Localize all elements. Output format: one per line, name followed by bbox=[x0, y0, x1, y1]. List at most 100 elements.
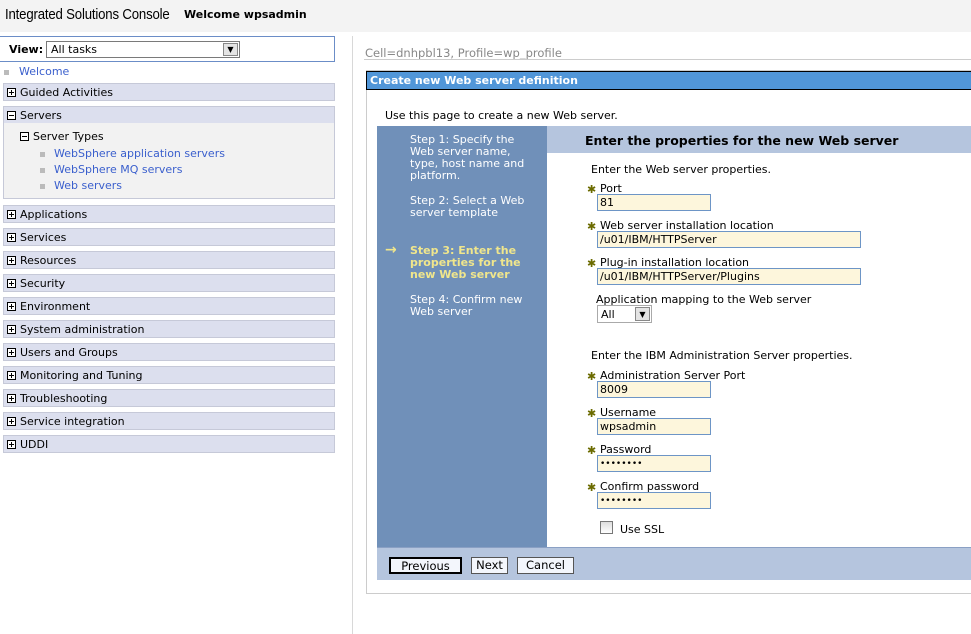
step-1: Step 1: Specify the Web server name, typ… bbox=[410, 133, 525, 182]
view-select[interactable]: All tasks ▼ bbox=[46, 41, 240, 58]
expand-icon[interactable] bbox=[7, 371, 16, 380]
nav-monitoring-and-tuning[interactable]: Monitoring and Tuning bbox=[3, 366, 335, 384]
required-icon: ✱ bbox=[587, 444, 597, 457]
bullet-icon bbox=[40, 184, 45, 189]
app-mapping-select[interactable]: All ▼ bbox=[597, 305, 652, 323]
nav-label: System administration bbox=[20, 323, 145, 336]
bullet-icon bbox=[4, 70, 9, 75]
required-icon: ✱ bbox=[587, 407, 597, 420]
nav-label: Security bbox=[20, 277, 66, 290]
nav-applications[interactable]: Applications bbox=[3, 205, 335, 223]
bullet-icon bbox=[40, 168, 45, 173]
admin-section-heading: Enter the IBM Administration Server prop… bbox=[591, 349, 853, 362]
web-section-heading: Enter the Web server properties. bbox=[591, 163, 771, 176]
next-button[interactable]: Next bbox=[471, 557, 508, 574]
panel-title: Create new Web server definition bbox=[366, 71, 971, 90]
welcome-user: Welcome wpsadmin bbox=[184, 8, 307, 21]
view-value: All tasks bbox=[51, 43, 98, 56]
nav-resources[interactable]: Resources bbox=[3, 251, 335, 269]
expand-icon[interactable] bbox=[7, 210, 16, 219]
required-icon: ✱ bbox=[587, 183, 597, 196]
expand-icon[interactable] bbox=[7, 394, 16, 403]
required-icon: ✱ bbox=[587, 370, 597, 383]
confirm-password-input[interactable]: •••••••• bbox=[597, 492, 711, 509]
nav-label: Server Types bbox=[33, 130, 104, 143]
use-ssl-checkbox[interactable] bbox=[600, 521, 613, 534]
header: Integrated Solutions Console Welcome wps… bbox=[0, 0, 971, 32]
form-title: Enter the properties for the new Web ser… bbox=[547, 126, 971, 153]
nav-security[interactable]: Security bbox=[3, 274, 335, 292]
app-title: Integrated Solutions Console bbox=[5, 6, 170, 23]
wizard-steps: Step 1: Specify the Web server name, typ… bbox=[377, 126, 547, 547]
collapse-icon[interactable] bbox=[20, 132, 29, 141]
current-step-arrow-icon: → bbox=[385, 242, 397, 258]
nav-label: Resources bbox=[20, 254, 77, 267]
required-icon: ✱ bbox=[587, 220, 597, 233]
required-icon: ✱ bbox=[587, 481, 597, 494]
nav-environment[interactable]: Environment bbox=[3, 297, 335, 315]
nav-users-and-groups[interactable]: Users and Groups bbox=[3, 343, 335, 361]
nav-uddi[interactable]: UDDI bbox=[3, 435, 335, 453]
nav-services[interactable]: Services bbox=[3, 228, 335, 246]
expand-icon[interactable] bbox=[7, 440, 16, 449]
nav-label: Environment bbox=[20, 300, 91, 313]
nav-servers[interactable]: Servers bbox=[3, 106, 335, 124]
expand-icon[interactable] bbox=[7, 302, 16, 311]
context-breadcrumb: Cell=dnhpbl13, Profile=wp_profile bbox=[365, 46, 562, 60]
expand-icon[interactable] bbox=[7, 325, 16, 334]
nav-websphere-app-servers[interactable]: WebSphere application servers bbox=[40, 147, 225, 160]
nav-label: Web servers bbox=[54, 179, 123, 192]
admin-port-input[interactable]: 8009 bbox=[597, 381, 711, 398]
intro-text: Use this page to create a new Web server… bbox=[385, 109, 618, 122]
required-icon: ✱ bbox=[587, 257, 597, 270]
chevron-down-icon[interactable]: ▼ bbox=[635, 307, 650, 321]
nav-label: UDDI bbox=[20, 438, 49, 451]
nav-server-types[interactable]: Server Types bbox=[20, 130, 104, 143]
nav-label: Service integration bbox=[20, 415, 125, 428]
use-ssl-label: Use SSL bbox=[620, 523, 665, 536]
expand-icon[interactable] bbox=[7, 417, 16, 426]
expand-icon[interactable] bbox=[7, 348, 16, 357]
nav-label: WebSphere application servers bbox=[54, 147, 225, 160]
install-location-input[interactable]: /u01/IBM/HTTPServer bbox=[597, 231, 861, 248]
expand-icon[interactable] bbox=[7, 233, 16, 242]
chevron-down-icon[interactable]: ▼ bbox=[223, 43, 238, 56]
welcome-link-label: Welcome bbox=[19, 65, 70, 78]
view-bar: View: All tasks ▼ bbox=[0, 36, 335, 62]
view-label: View: bbox=[9, 43, 44, 56]
nav-label: Users and Groups bbox=[20, 346, 118, 359]
nav-troubleshooting[interactable]: Troubleshooting bbox=[3, 389, 335, 407]
step-4: Step 4: Confirm new Web server bbox=[410, 293, 523, 318]
step-3-current: Step 3: Enter the properties for the new… bbox=[410, 244, 521, 281]
expand-icon[interactable] bbox=[7, 256, 16, 265]
divider bbox=[352, 36, 353, 634]
nav-guided-activities[interactable]: Guided Activities bbox=[3, 83, 335, 101]
servers-submenu: Server Types WebSphere application serve… bbox=[3, 123, 335, 199]
plugin-location-input[interactable]: /u01/IBM/HTTPServer/Plugins bbox=[597, 268, 861, 285]
port-input[interactable]: 81 bbox=[597, 194, 711, 211]
collapse-icon[interactable] bbox=[7, 111, 16, 120]
nav-web-servers[interactable]: Web servers bbox=[40, 179, 122, 192]
step-2: Step 2: Select a Web server template bbox=[410, 194, 525, 219]
cancel-button[interactable]: Cancel bbox=[517, 557, 574, 574]
nav-label: Monitoring and Tuning bbox=[20, 369, 143, 382]
expand-icon[interactable] bbox=[7, 279, 16, 288]
nav-label: Servers bbox=[20, 109, 62, 122]
nav-service-integration[interactable]: Service integration bbox=[3, 412, 335, 430]
button-bar: Previous Next Cancel bbox=[377, 547, 971, 580]
nav-websphere-mq-servers[interactable]: WebSphere MQ servers bbox=[40, 163, 182, 176]
password-input[interactable]: •••••••• bbox=[597, 455, 711, 472]
expand-icon[interactable] bbox=[7, 88, 16, 97]
nav-label: Guided Activities bbox=[20, 86, 113, 99]
app-mapping-value: All bbox=[601, 308, 615, 321]
username-input[interactable]: wpsadmin bbox=[597, 418, 711, 435]
nav-system-administration[interactable]: System administration bbox=[3, 320, 335, 338]
bullet-icon bbox=[40, 152, 45, 157]
nav-welcome-link[interactable]: Welcome bbox=[4, 65, 69, 78]
nav-label: Services bbox=[20, 231, 67, 244]
nav-label: Troubleshooting bbox=[20, 392, 108, 405]
divider bbox=[364, 59, 971, 60]
nav-label: WebSphere MQ servers bbox=[54, 163, 183, 176]
previous-button[interactable]: Previous bbox=[389, 557, 462, 574]
nav-label: Applications bbox=[20, 208, 88, 221]
